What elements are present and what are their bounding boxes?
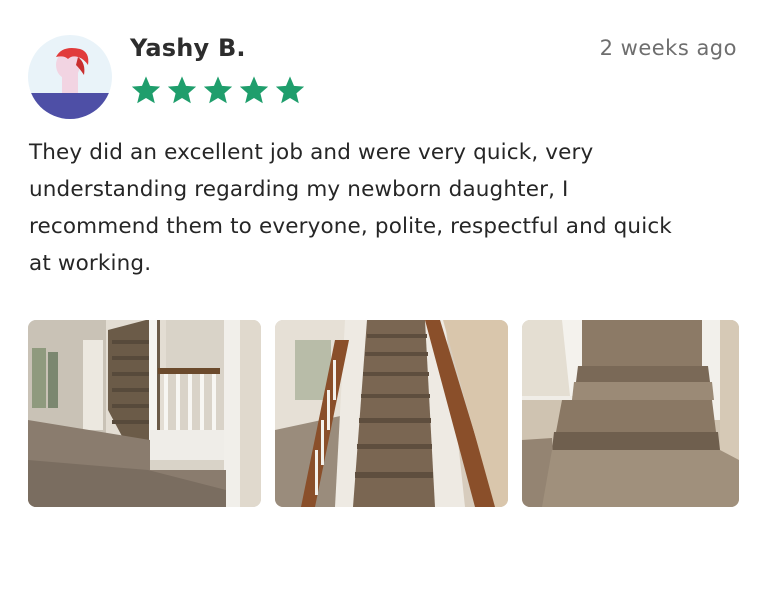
review-timestamp: 2 weeks ago xyxy=(599,36,737,60)
star-icon xyxy=(167,76,197,104)
star-icon xyxy=(203,76,233,104)
person-avatar-icon xyxy=(28,35,112,119)
avatar xyxy=(28,35,112,119)
star-icon xyxy=(239,76,269,104)
photo-thumbnail xyxy=(275,320,508,507)
staircase-photo-1[interactable] xyxy=(28,320,261,507)
review-text-line: They did an excellent job and were very … xyxy=(29,140,594,165)
staircase-photo-3[interactable] xyxy=(522,320,739,507)
star-icon xyxy=(275,76,305,104)
star-rating xyxy=(130,74,306,106)
review-text-line: recommend them to everyone, polite, resp… xyxy=(29,214,672,239)
review-text-line: at working. xyxy=(29,251,152,276)
photo-thumbnail xyxy=(522,320,739,507)
staircase-photo-2[interactable] xyxy=(275,320,508,507)
review-text: They did an excellent job and were very … xyxy=(29,134,729,282)
review-text-line: understanding regarding my newborn daugh… xyxy=(29,177,569,202)
photo-thumbnail xyxy=(28,320,261,507)
star-icon xyxy=(131,76,161,104)
reviewer-name: Yashy B. xyxy=(130,34,246,62)
